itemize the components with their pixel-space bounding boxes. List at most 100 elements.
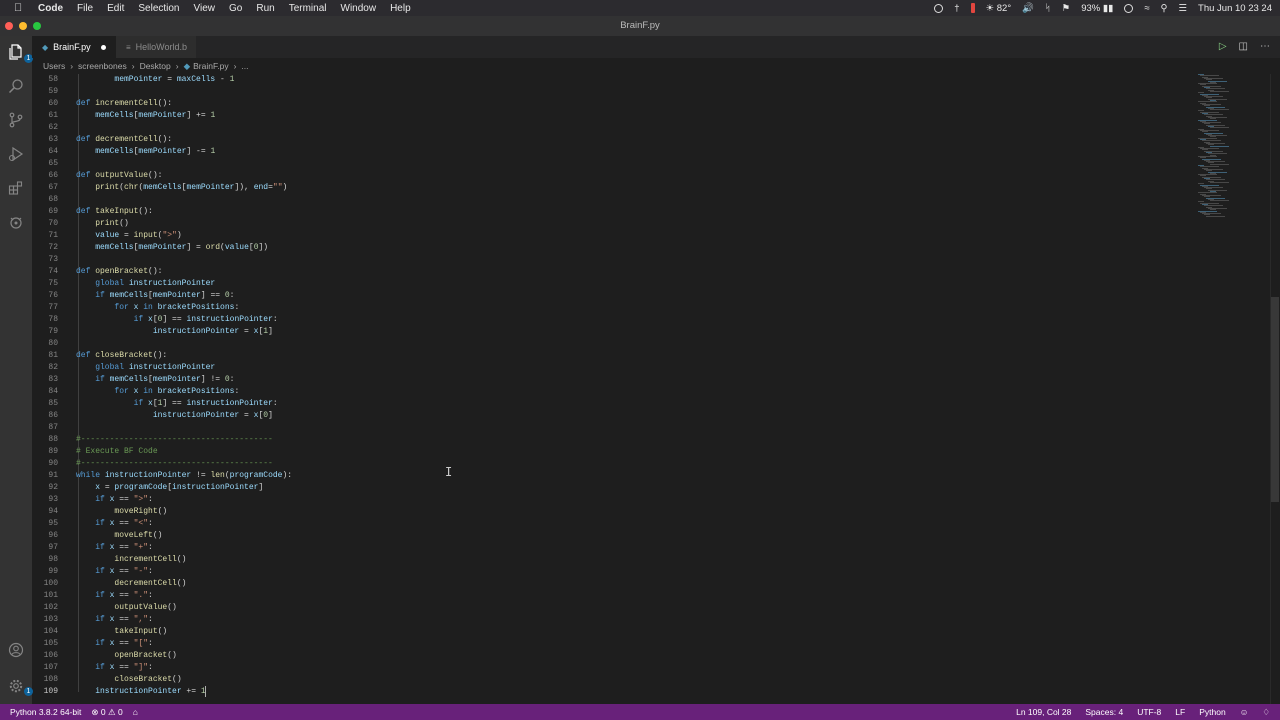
code-line[interactable]: def takeInput(): <box>76 206 153 218</box>
search-icon[interactable] <box>8 78 24 94</box>
extensions-icon[interactable] <box>8 180 24 196</box>
menu-help[interactable]: Help <box>390 3 411 14</box>
menu-window[interactable]: Window <box>341 3 377 14</box>
code-line[interactable]: #---------------------------------------… <box>76 434 273 446</box>
menu-selection[interactable]: Selection <box>138 3 179 14</box>
settings-gear-icon[interactable]: 1 <box>8 678 33 696</box>
tab-brainf-py[interactable]: ◆ BrainF.py <box>32 36 116 58</box>
breadcrumb-screenbones[interactable]: screenbones <box>78 61 127 71</box>
code-line[interactable]: if x == ".": <box>76 590 153 602</box>
breadcrumb-users[interactable]: Users <box>43 61 65 71</box>
cursor-position[interactable]: Ln 109, Col 28 <box>1016 707 1071 717</box>
minimap[interactable] <box>1194 74 1268 704</box>
menu-file[interactable]: File <box>77 3 93 14</box>
wifi-icon[interactable]: ≈ <box>1144 3 1149 14</box>
battery-status[interactable]: 93% ▮▮ <box>1081 3 1113 14</box>
code-line[interactable]: memCells[memPointer] += 1 <box>76 110 215 122</box>
more-actions-icon[interactable]: ⋯ <box>1260 41 1270 52</box>
code-line[interactable]: value = input(">") <box>76 230 181 242</box>
explorer-icon[interactable]: 1 <box>8 44 33 63</box>
code-line[interactable]: print(chr(memCells[memPointer]), end="") <box>76 182 287 194</box>
code-line[interactable]: if x == ">": <box>76 494 153 506</box>
code-line[interactable]: openBracket() <box>76 650 176 662</box>
end-of-line[interactable]: LF <box>1175 707 1185 717</box>
run-debug-icon[interactable] <box>8 146 24 162</box>
control-center-icon[interactable]: ☰ <box>1179 3 1188 14</box>
breadcrumb-desktop[interactable]: Desktop <box>140 61 171 71</box>
code-line[interactable]: for x in bracketPositions: <box>76 386 239 398</box>
apple-icon[interactable]:  <box>14 2 28 14</box>
code-line[interactable]: if x == ",": <box>76 614 153 626</box>
code-line[interactable]: if x == "<": <box>76 518 153 530</box>
code-line[interactable]: if x[1] == instructionPointer: <box>76 398 278 410</box>
python-interpreter[interactable]: Python 3.8.2 64-bit <box>10 707 81 717</box>
code-line[interactable]: closeBracket() <box>76 674 181 686</box>
code-line[interactable]: if x == "]": <box>76 662 153 674</box>
code-line[interactable]: takeInput() <box>76 626 167 638</box>
code-line[interactable]: def decrementCell(): <box>76 134 172 146</box>
code-line[interactable]: if x[0] == instructionPointer: <box>76 314 278 326</box>
split-editor-icon[interactable]: ◫ <box>1239 41 1248 52</box>
clock[interactable]: Thu Jun 10 23 24 <box>1198 3 1272 14</box>
pin-icon[interactable]: † <box>954 3 959 14</box>
code-line[interactable]: if memCells[memPointer] == 0: <box>76 290 234 302</box>
code-line[interactable]: incrementCell() <box>76 554 186 566</box>
feedback-icon[interactable]: ☺ <box>1240 707 1249 717</box>
recording-icon[interactable] <box>970 3 975 13</box>
unsaved-dot-icon[interactable] <box>100 44 106 50</box>
encoding[interactable]: UTF-8 <box>1137 707 1161 717</box>
bluetooth-icon[interactable]: ᛋ <box>1045 3 1051 14</box>
code-line[interactable]: instructionPointer = x[1] <box>76 326 273 338</box>
code-line[interactable]: global instructionPointer <box>76 278 215 290</box>
code-line[interactable]: memCells[memPointer] -= 1 <box>76 146 215 158</box>
code-line[interactable]: memPointer = maxCells - 1 <box>76 74 234 86</box>
notifications-bell-icon[interactable]: ♢ <box>1262 707 1270 718</box>
menu-edit[interactable]: Edit <box>107 3 124 14</box>
indentation[interactable]: Spaces: 4 <box>1085 707 1123 717</box>
account-icon[interactable] <box>8 642 24 658</box>
menu-terminal[interactable]: Terminal <box>289 3 327 14</box>
flag-icon[interactable]: ⚑ <box>1062 3 1071 14</box>
breadcrumb-symbol[interactable]: ... <box>241 61 248 71</box>
code-line[interactable]: instructionPointer = x[0] <box>76 410 273 422</box>
code-line[interactable]: if x == "[": <box>76 638 153 650</box>
code-line[interactable]: if memCells[memPointer] != 0: <box>76 374 234 386</box>
menu-view[interactable]: View <box>194 3 216 14</box>
line-number-gutter[interactable]: 58 59 60 61 62 63 64 65 66 67 68 69 70 71 72 73 74 75 76 77… <box>32 74 60 704</box>
code-line[interactable]: def incrementCell(): <box>76 98 172 110</box>
menu-run[interactable]: Run <box>256 3 274 14</box>
code-line[interactable]: print() <box>76 218 129 230</box>
menu-go[interactable]: Go <box>229 3 242 14</box>
tab-helloworld-b[interactable]: ≡ HelloWorld.b <box>116 36 196 58</box>
code-line[interactable]: # Execute BF Code <box>76 446 158 458</box>
code-line[interactable]: outputValue() <box>76 602 176 614</box>
code-line[interactable]: def outputValue(): <box>76 170 162 182</box>
remote-explorer-icon[interactable] <box>8 214 24 230</box>
code-line[interactable]: moveLeft() <box>76 530 162 542</box>
code-line[interactable]: x = programCode[instructionPointer] <box>76 482 263 494</box>
search-icon[interactable]: ⚲ <box>1161 3 1168 14</box>
code-line[interactable]: while instructionPointer != len(programC… <box>76 470 292 482</box>
code-line[interactable]: decrementCell() <box>76 578 186 590</box>
language-mode[interactable]: Python <box>1199 707 1225 717</box>
live-share-icon[interactable]: ⌂ <box>133 707 138 717</box>
code-line[interactable]: if x == "-": <box>76 566 153 578</box>
source-control-icon[interactable] <box>8 112 24 128</box>
code-line[interactable]: for x in bracketPositions: <box>76 302 239 314</box>
code-line[interactable]: def openBracket(): <box>76 266 162 278</box>
run-file-icon[interactable]: ▷ <box>1219 41 1227 52</box>
breadcrumb-file[interactable]: BrainF.py <box>193 61 228 71</box>
creative-cloud-icon[interactable] <box>934 3 944 13</box>
code-line[interactable]: #---------------------------------------… <box>76 458 273 470</box>
code-line[interactable]: moveRight() <box>76 506 167 518</box>
menu-app-code[interactable]: Code <box>38 3 63 14</box>
code-line[interactable]: global instructionPointer <box>76 362 215 374</box>
user-icon[interactable] <box>1124 3 1134 13</box>
code-line[interactable]: instructionPointer += 1 <box>76 686 205 698</box>
scrollbar-thumb[interactable] <box>1271 297 1279 502</box>
problems-indicator[interactable]: ⊗ 0 ⚠ 0 <box>91 707 122 718</box>
code-line[interactable]: if x == "+": <box>76 542 153 554</box>
volume-icon[interactable]: 🔊 <box>1022 3 1034 14</box>
code-line[interactable]: def closeBracket(): <box>76 350 167 362</box>
weather-temperature[interactable]: ☀ 82° <box>986 3 1012 14</box>
